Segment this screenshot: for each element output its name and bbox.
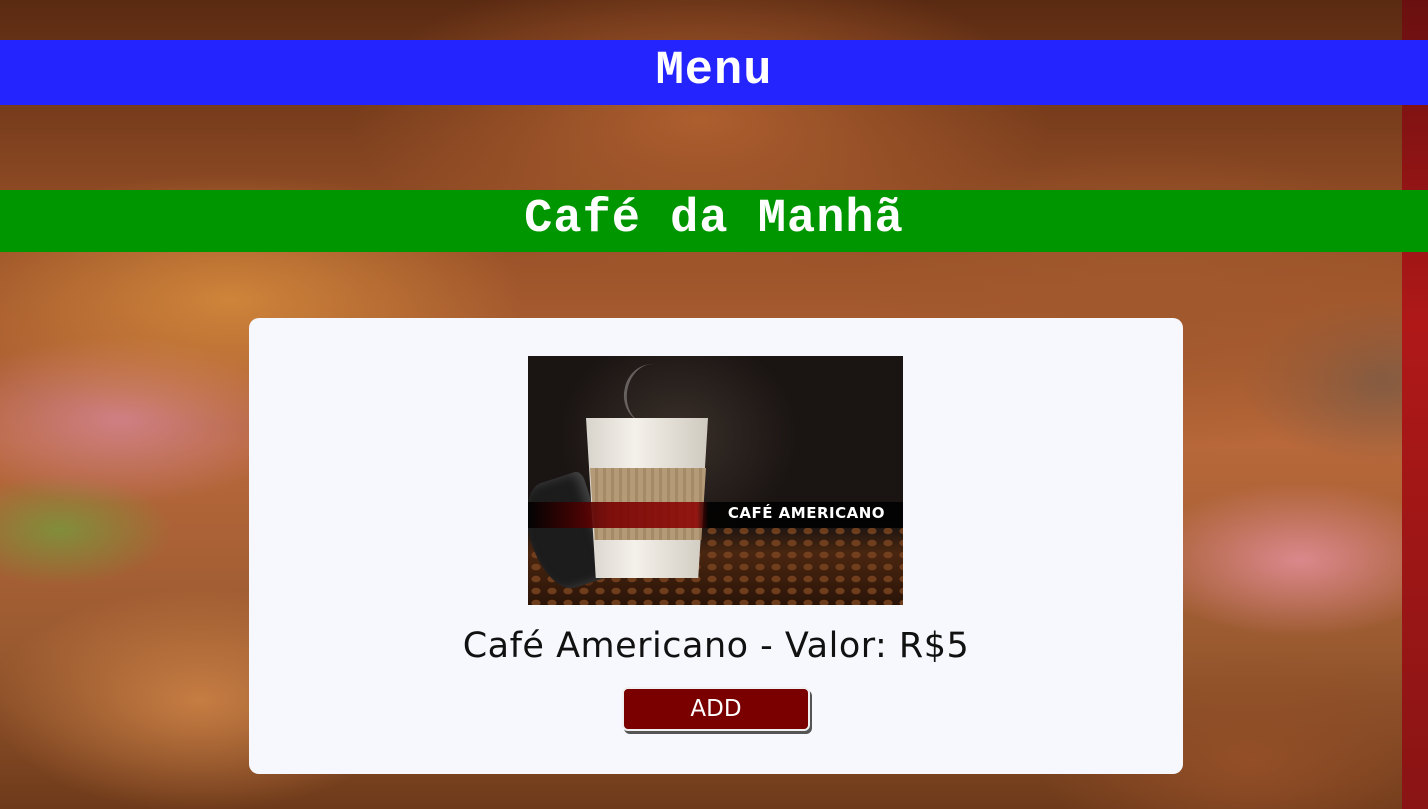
background-edge [1402, 0, 1428, 809]
menu-title: Menu [655, 45, 773, 98]
menu-banner: Menu [0, 40, 1428, 105]
section-banner: Café da Manhã [0, 190, 1428, 252]
product-label: Café Americano - Valor: R$5 [462, 626, 970, 666]
steam-graphic [619, 359, 682, 429]
product-image-caption: CAFÉ AMERICANO [727, 504, 885, 522]
product-card: CAFÉ AMERICANO Café Americano - Valor: R… [249, 318, 1183, 774]
add-button[interactable]: ADD [622, 687, 810, 731]
section-title: Café da Manhã [524, 193, 904, 246]
product-image: CAFÉ AMERICANO [528, 356, 903, 605]
